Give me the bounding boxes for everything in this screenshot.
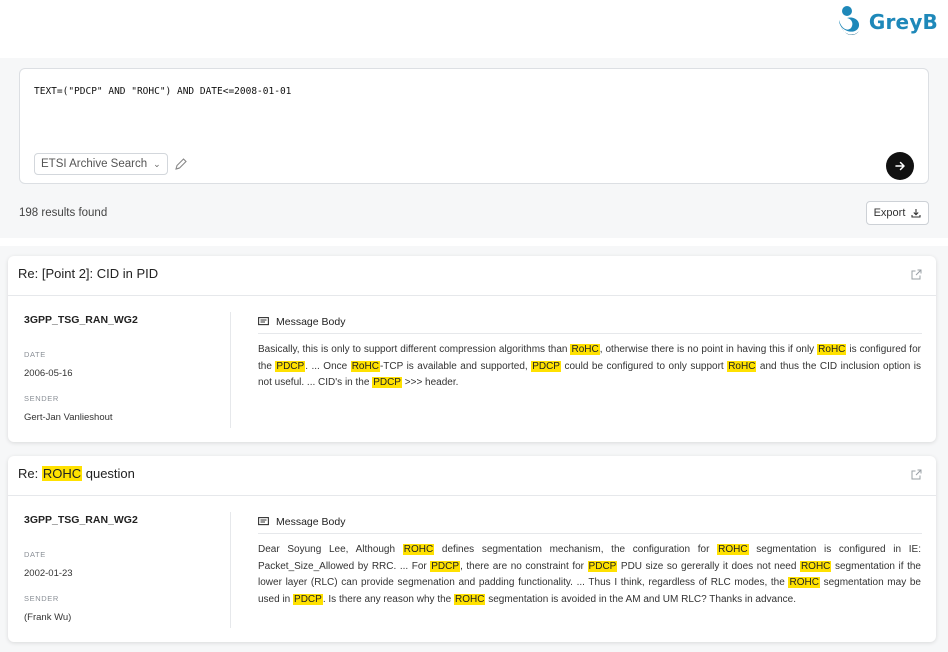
source-select[interactable]: ETSI Archive Search ⌄	[34, 153, 168, 175]
message-icon	[258, 516, 269, 525]
working-group: 3GPP_TSG_RAN_WG2	[24, 514, 138, 526]
sender-label: SENDER	[24, 394, 59, 403]
search-term-highlight: RoHC	[817, 344, 847, 355]
logo-icon	[838, 6, 859, 36]
search-term-highlight: ROHC	[788, 577, 820, 588]
search-box: TEXT=("PDCP" AND "ROHC") AND DATE<=2008-…	[19, 68, 929, 184]
search-term-highlight: ROHC	[717, 544, 749, 555]
result-card: Re: ROHC question 3GPP_TSG_RAN_WG2 DATE …	[8, 456, 936, 642]
results-count: 198 results found	[19, 207, 108, 219]
sender-value: (Frank Wu)	[24, 612, 72, 623]
result-meta: 3GPP_TSG_RAN_WG2 DATE 2006-05-16 SENDER …	[24, 314, 230, 423]
results-list: Re: [Point 2]: CID in PID 3GPP_TSG_RAN_W…	[0, 246, 948, 652]
result-meta: 3GPP_TSG_RAN_WG2 DATE 2002-01-23 SENDER …	[24, 514, 230, 623]
download-icon	[911, 209, 921, 218]
arrow-right-icon	[895, 161, 905, 171]
search-term-highlight: ROHC	[454, 593, 486, 605]
brand-name: GreyB	[868, 10, 938, 34]
result-title[interactable]: Re: ROHC question	[18, 466, 135, 481]
column-separator	[230, 512, 231, 628]
date-label: DATE	[24, 550, 46, 559]
export-button[interactable]: Export	[866, 201, 929, 225]
column-separator	[230, 312, 231, 428]
date-label: DATE	[24, 350, 46, 359]
search-term-highlight: PDCP	[293, 593, 323, 605]
search-panel: TEXT=("PDCP" AND "ROHC") AND DATE<=2008-…	[0, 58, 948, 238]
pen-icon[interactable]	[174, 157, 188, 171]
message-body: Basically, this is only to support diffe…	[258, 344, 921, 388]
chevron-down-icon: ⌄	[153, 158, 161, 169]
source-select-label: ETSI Archive Search	[41, 158, 148, 170]
date-value: 2002-01-23	[24, 568, 73, 579]
result-card: Re: [Point 2]: CID in PID 3GPP_TSG_RAN_W…	[8, 256, 936, 442]
working-group: 3GPP_TSG_RAN_WG2	[24, 314, 138, 326]
search-term-highlight: ROHC	[402, 544, 435, 555]
sender-label: SENDER	[24, 594, 59, 603]
search-term-highlight: RoHC	[570, 344, 600, 355]
search-term-highlight: PDCP	[587, 560, 618, 572]
message-body: Dear Soyung Lee, Although ROHC defines s…	[258, 544, 921, 605]
external-link-icon[interactable]	[911, 269, 922, 280]
search-term-highlight: RoHC	[727, 360, 757, 372]
tab-label: Message Body	[276, 315, 346, 328]
export-label: Export	[873, 207, 906, 219]
search-term-highlight: ROHC	[41, 466, 83, 481]
tab-message-body[interactable]: Message Body	[258, 310, 348, 334]
submit-search-button[interactable]	[886, 152, 914, 180]
tab-message-body[interactable]: Message Body	[258, 510, 348, 534]
result-title[interactable]: Re: [Point 2]: CID in PID	[18, 266, 158, 281]
search-term-highlight: ROHC	[799, 560, 832, 572]
greyb-logo[interactable]: GreyB	[835, 4, 938, 40]
card-divider	[8, 495, 936, 496]
tab-underline	[258, 533, 922, 534]
date-value: 2006-05-16	[24, 368, 73, 379]
external-link-icon[interactable]	[911, 469, 922, 480]
search-term-highlight: PDCP	[372, 377, 402, 388]
search-term-highlight: PDCP	[430, 560, 461, 572]
tab-label: Message Body	[276, 515, 346, 528]
search-term-highlight: PDCP	[275, 360, 306, 372]
search-query-input[interactable]: TEXT=("PDCP" AND "ROHC") AND DATE<=2008-…	[34, 86, 291, 97]
message-icon	[258, 316, 269, 325]
search-term-highlight: PDCP	[531, 360, 561, 372]
sender-value: Gert-Jan Vanlieshout	[24, 412, 113, 423]
tab-underline	[258, 333, 922, 334]
card-divider	[8, 295, 936, 296]
search-term-highlight: RoHC	[350, 360, 380, 372]
